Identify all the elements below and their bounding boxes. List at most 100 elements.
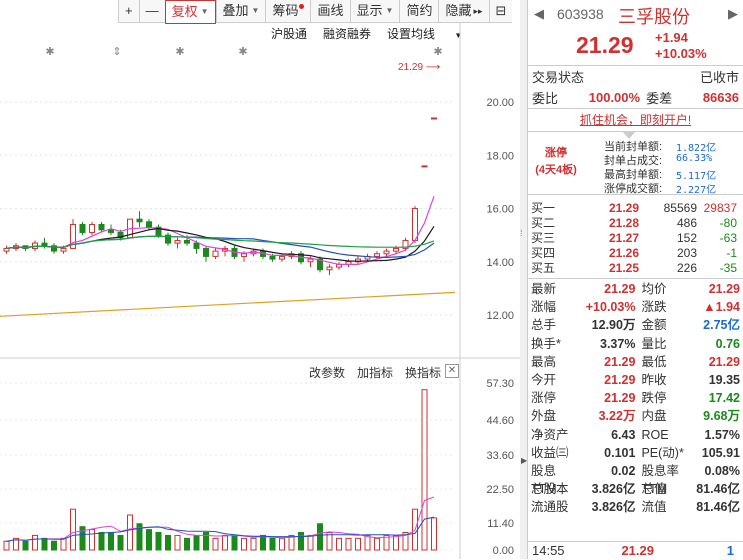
stock-code: 603938 — [557, 6, 604, 22]
price-tick-label: 18.00 — [486, 150, 514, 162]
buy-row: 买三 21.27 152 -63 — [528, 231, 743, 246]
volume-bar — [269, 537, 276, 551]
buy-volume: 203 — [676, 246, 697, 260]
stat-value: 21.29 — [708, 354, 740, 369]
buy-price: 21.28 — [608, 216, 639, 230]
stats-row: 最高 21.29 最低 21.29 — [528, 353, 743, 371]
stat-value: 21.29 — [708, 282, 740, 296]
volume-bar — [70, 508, 76, 551]
candle-body — [326, 266, 333, 271]
stat-label: 金额 — [641, 318, 667, 333]
volume-bar — [165, 534, 171, 551]
candle-body — [212, 250, 219, 257]
stat-value: 9.68万 — [703, 409, 740, 424]
volume-axis: 57.30 44.60 33.60 22.50 11.40 0.00 — [486, 378, 514, 557]
limit-up-label: 涨停 — [545, 147, 567, 159]
buy-delta: -1 — [726, 246, 737, 260]
volume-bar — [127, 514, 133, 551]
volume-tick-label: 44.60 — [486, 415, 514, 427]
candle-body — [3, 247, 10, 252]
stat-label: 净资产 — [531, 427, 569, 442]
buy-label: 买三 — [531, 231, 556, 245]
add-indicator-link[interactable]: 加指标 — [357, 364, 393, 381]
consecutive-boards-label: (4天4板) — [535, 164, 577, 176]
stat-label: 总手 — [531, 318, 557, 333]
stat-value: 105.91 — [701, 445, 740, 460]
price-tick-label: 14.00 — [486, 257, 514, 269]
candle-body — [146, 221, 152, 228]
limit-up-tag: 涨停 (4天4板) — [531, 145, 581, 179]
candle-body — [136, 218, 143, 223]
stat-value: 21.29 — [604, 282, 636, 296]
event-markers: ✱ ⇕ ✱ ✱ ✱ — [45, 46, 442, 58]
order-book: 买一 21.29 85569 29837 买二 21.28 486 -80 买三 21.27 1… — [528, 195, 743, 279]
stats-row: 换手* 3.37% 量比 0.76 — [528, 335, 743, 353]
stat-label: 股息TTM — [531, 463, 557, 497]
stat-value: 2.75亿 — [703, 318, 740, 333]
volume-bar — [108, 532, 114, 551]
stat-value: +10.03% — [585, 300, 636, 315]
buy-volume: 152 — [676, 231, 697, 245]
volume-tick-label: 0.00 — [493, 545, 514, 557]
stat-label: 涨幅 — [531, 300, 557, 315]
candle-body — [393, 247, 399, 252]
close-icon[interactable]: ✕ — [445, 364, 459, 378]
stat-value: 0.101 — [604, 445, 636, 460]
stat-label: 流值 — [641, 500, 667, 515]
buy-price: 21.25 — [608, 261, 639, 275]
prev-stock-icon[interactable]: ◀ — [534, 6, 544, 22]
event-marker-icon: ⇕ — [112, 46, 121, 58]
switch-indicator-link[interactable]: 换指标 — [405, 364, 441, 381]
ma-lines — [0, 196, 456, 317]
edit-params-link[interactable]: 改参数 — [309, 364, 345, 381]
stat-label: 最新 — [531, 282, 557, 296]
stat-value: 3.37% — [600, 336, 636, 351]
stat-label: 总值 — [641, 482, 667, 497]
price-axis: 20.00 18.00 16.00 14.00 12.00 — [486, 97, 514, 322]
volume-bar — [250, 537, 257, 551]
stat-value: ▲1.94 — [703, 300, 740, 315]
buy-price: 21.29 — [608, 201, 639, 215]
stat-value: 81.46亿 — [696, 482, 740, 497]
stat-label: 外盘 — [531, 409, 557, 424]
stat-label: 最高 — [531, 354, 557, 369]
volume-bar — [222, 534, 228, 551]
panel-splitter[interactable]: ⁞ ▶ — [520, 0, 528, 559]
volume-bar — [374, 537, 380, 551]
seal-value: 5.117亿 — [676, 171, 717, 182]
stat-label: 换手* — [531, 336, 561, 351]
buy-price: 21.26 — [608, 246, 639, 260]
volume-bar — [355, 537, 361, 551]
volume-bar — [431, 517, 437, 551]
kline-chart-area[interactable]: + — 复权 ▼ 叠加 ▼ 筹码 画线 显示 ▼ 简约 隐藏 ▸▸ ⊟ 沪股通 融资融券… — [0, 0, 521, 559]
volume-bar — [60, 537, 67, 551]
buy-row: 买四 21.26 203 -1 — [528, 246, 743, 261]
candles — [3, 117, 437, 276]
open-account-promo[interactable]: 抓住机会，即刻开户! — [528, 109, 743, 132]
buy-delta: 29837 — [703, 201, 737, 215]
candle-body — [203, 247, 209, 257]
stat-label: 涨停 — [531, 391, 557, 406]
stat-value: 3.826亿 — [591, 482, 636, 497]
volume-bar — [193, 534, 200, 551]
buy-price: 21.27 — [608, 231, 639, 245]
buy-label: 买四 — [531, 246, 556, 260]
buy-volume: 486 — [676, 216, 697, 230]
stat-value: 21.29 — [604, 391, 636, 406]
trade-state-value: 已收市 — [699, 70, 739, 85]
stat-value: 21.29 — [604, 354, 636, 369]
event-marker-icon: ✱ — [175, 46, 184, 58]
candle-body — [174, 239, 181, 244]
stat-value: 0.02 — [611, 463, 636, 478]
volume-bar — [51, 540, 57, 551]
volume-bar — [393, 534, 399, 551]
next-stock-icon[interactable]: ▶ — [728, 6, 738, 22]
volume-bar — [364, 534, 371, 551]
volume-bar — [155, 532, 162, 551]
volume-bar — [41, 537, 48, 551]
ma-line-ma250 — [0, 291, 456, 317]
stat-value: 3.22万 — [598, 409, 636, 424]
volume-bar — [32, 534, 38, 551]
volume-bars — [3, 389, 437, 551]
trade-state-row: 交易状态 已收市 — [528, 66, 743, 87]
